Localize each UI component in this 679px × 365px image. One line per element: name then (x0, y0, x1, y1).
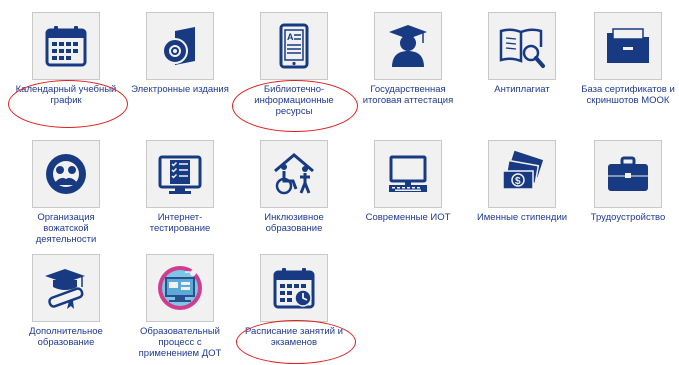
tile-icon-box (594, 140, 662, 208)
tile-icon-box: A (260, 12, 328, 80)
briefcase-icon (608, 156, 648, 191)
disc-book-icon (162, 27, 195, 65)
tile-additional-education[interactable]: Дополнительное образование (12, 254, 120, 348)
tile-employment[interactable]: Трудоустройство (574, 140, 679, 223)
tile-label: Расписание занятий и экзаменов (245, 326, 343, 348)
graduate-icon (389, 25, 427, 67)
tile-library-resources[interactable]: A Библиотечно-информационные ресурсы (240, 12, 348, 117)
tile-icon-box (32, 140, 100, 208)
tile-internet-testing[interactable]: Интернет-тестирование (126, 140, 234, 234)
calendar-icon (45, 26, 87, 67)
tile-icon-box (32, 12, 100, 80)
tile-label: Образовательный процесс с применением ДО… (138, 326, 222, 359)
tile-label: Современные ИОТ (365, 212, 451, 223)
checklist-monitor-icon (158, 155, 202, 194)
tile-dot-learning[interactable]: Образовательный процесс с применением ДО… (126, 254, 234, 359)
tile-icon-box (260, 140, 328, 208)
tile-label: Календарный учебный график (15, 84, 117, 106)
svg-text:$: $ (515, 176, 521, 187)
tile-label: База сертификатов и скриншотов МООК (581, 84, 675, 106)
tile-icon-box (374, 140, 442, 208)
tile-antiplagiat[interactable]: Антиплагиат (468, 12, 576, 95)
tile-electronic-editions[interactable]: Электронные издания (126, 12, 234, 95)
people-circle-icon (46, 154, 86, 194)
tile-label: Антиплагиат (494, 84, 550, 95)
calendar-clock-icon (273, 268, 315, 309)
tile-icon-box (488, 12, 556, 80)
diploma-cap-icon (45, 269, 85, 309)
tile-mooc-certificates[interactable]: База сертификатов и скриншотов МООК (574, 12, 679, 106)
tile-label: Трудоустройство (590, 212, 666, 223)
tile-label: Электронные издания (131, 84, 229, 95)
tile-modern-iot[interactable]: Современные ИОТ (354, 140, 462, 223)
tile-icon-box (594, 12, 662, 80)
tile-label: Организация вожатской деятельности (35, 212, 97, 245)
tile-state-attestation[interactable]: Государственная итоговая аттестация (354, 12, 462, 106)
book-magnifier-icon (499, 28, 545, 68)
folder-icon (607, 28, 649, 63)
tile-icon-box (146, 140, 214, 208)
tile-icon-box (146, 12, 214, 80)
tile-schedule[interactable]: Расписание занятий и экзаменов (240, 254, 348, 348)
tile-inclusive-education[interactable]: Инклюзивное образование (240, 140, 348, 234)
svg-text:A: A (287, 32, 294, 42)
tile-label: Именные стипендии (476, 212, 568, 223)
tile-icon-box (374, 12, 442, 80)
money-icon: $ (502, 150, 544, 190)
tile-named-scholarships[interactable]: $ Именные стипендии (468, 140, 576, 223)
tile-label: Инклюзивное образование (264, 212, 324, 234)
tile-icon-box (32, 254, 100, 322)
distance-learning-icon (158, 266, 202, 310)
tile-icon-box (146, 254, 214, 322)
wheelchair-icon (274, 153, 314, 195)
tile-counselor-activity[interactable]: Организация вожатской деятельности (12, 140, 120, 245)
tile-label: Государственная итоговая аттестация (362, 84, 454, 106)
computer-icon (389, 155, 427, 192)
tile-label: Библиотечно-информационные ресурсы (254, 84, 334, 117)
tile-label: Интернет-тестирование (149, 212, 211, 234)
tile-icon-box: $ (488, 140, 556, 208)
tile-calendar[interactable]: Календарный учебный график (12, 12, 120, 106)
tablet-reader-icon: A (279, 23, 309, 69)
tile-label: Дополнительное образование (29, 326, 103, 348)
tile-icon-box (260, 254, 328, 322)
